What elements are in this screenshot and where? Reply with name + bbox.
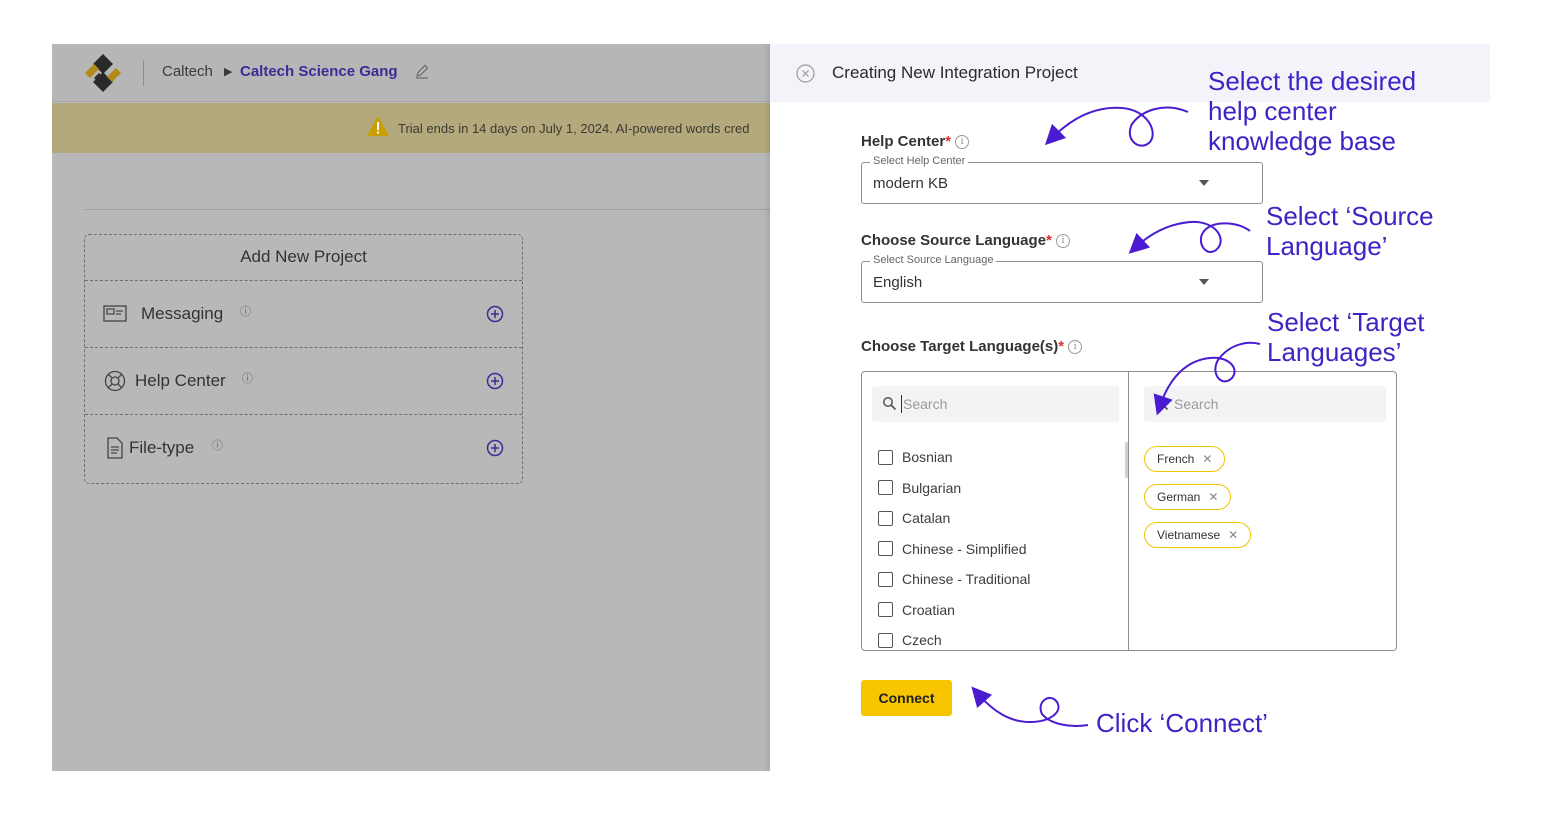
messaging-icon: [103, 305, 127, 322]
lifebuoy-icon: [104, 370, 126, 392]
topbar-divider: [143, 60, 144, 86]
source-language-select[interactable]: Select Source Language English: [861, 254, 1263, 303]
list-item[interactable]: Bulgarian: [878, 473, 1030, 504]
checkbox[interactable]: [878, 541, 893, 557]
checkbox[interactable]: [878, 602, 893, 618]
available-search-input[interactable]: Search: [872, 386, 1119, 422]
project-type-file-type[interactable]: File-type ⓘ: [85, 415, 522, 482]
list-scrollbar[interactable]: [1125, 442, 1128, 478]
required-mark: *: [945, 133, 952, 150]
search-icon: [1155, 397, 1169, 411]
breadcrumb-caret-icon: ▶: [224, 66, 233, 78]
help-center-label: Help Center* i: [861, 133, 970, 150]
breadcrumb-org[interactable]: Caltech: [162, 63, 213, 80]
checkbox[interactable]: [878, 449, 893, 465]
add-project-card: Add New Project Messaging ⓘ Help Center …: [84, 234, 523, 484]
help-center-label-text: Help Center: [861, 133, 946, 150]
row-label: File-type: [129, 438, 195, 457]
selected-languages-pane: Search French ✕ German ✕ Vietnamese ✕: [1130, 372, 1396, 650]
available-languages-list: Bosnian Bulgarian Catalan Chinese - Simp…: [878, 442, 1030, 656]
language-chip: French ✕: [1144, 446, 1226, 472]
available-languages-pane: Search Bosnian Bulgarian Catalan Chinese…: [862, 372, 1129, 650]
panel-header: Creating New Integration Project: [770, 44, 1490, 102]
list-item[interactable]: Chinese - Traditional: [878, 564, 1030, 595]
select-value: modern KB: [873, 175, 949, 192]
select-legend: Select Source Language: [870, 254, 997, 266]
brand-logo-icon[interactable]: [82, 52, 124, 94]
language-chip: German ✕: [1144, 484, 1232, 510]
chip-label: French: [1157, 452, 1195, 466]
caret-down-icon[interactable]: [1199, 279, 1209, 285]
integration-project-panel: Creating New Integration Project Help Ce…: [770, 44, 1490, 771]
remove-icon[interactable]: ✕: [1208, 490, 1218, 504]
app-window: Caltech ▶ Caltech Science Gang Trial end…: [52, 44, 1490, 771]
list-item[interactable]: Czech: [878, 625, 1030, 656]
language-name: Bulgarian: [902, 479, 962, 496]
info-icon[interactable]: i: [1068, 340, 1083, 355]
remove-icon[interactable]: ✕: [1228, 528, 1238, 542]
card-title: Add New Project: [85, 235, 522, 281]
list-item[interactable]: Bosnian: [878, 442, 1030, 473]
select-legend: Select Help Center: [870, 155, 969, 167]
language-chip: Vietnamese ✕: [1144, 522, 1252, 548]
panel-title: Creating New Integration Project: [832, 63, 1078, 82]
top-bar: Caltech ▶ Caltech Science Gang: [52, 44, 772, 102]
list-item[interactable]: Catalan: [878, 503, 1030, 534]
list-item[interactable]: Chinese - Simplified: [878, 534, 1030, 565]
text-cursor: [901, 395, 902, 413]
project-type-messaging[interactable]: Messaging ⓘ: [85, 281, 522, 348]
language-name: Bosnian: [902, 449, 953, 466]
required-mark: *: [1058, 338, 1065, 355]
selected-search-input[interactable]: Search: [1144, 386, 1386, 422]
pencil-icon[interactable]: [414, 63, 430, 79]
chip-label: German: [1157, 490, 1201, 504]
checkbox[interactable]: [878, 510, 893, 526]
checkbox[interactable]: [878, 571, 893, 587]
language-name: Chinese - Simplified: [902, 540, 1027, 557]
language-name: Czech: [902, 632, 942, 649]
project-type-help-center[interactable]: Help Center ⓘ: [85, 348, 522, 415]
target-languages-label-text: Choose Target Language(s): [861, 338, 1059, 355]
info-icon[interactable]: ⓘ: [240, 303, 251, 319]
search-placeholder: Search: [903, 396, 948, 412]
checkbox[interactable]: [878, 480, 893, 496]
add-circle-icon[interactable]: [486, 372, 504, 390]
close-icon[interactable]: [796, 64, 815, 83]
source-language-label-text: Choose Source Language: [861, 232, 1047, 249]
file-icon: [107, 437, 123, 459]
row-label: Messaging: [141, 304, 224, 323]
search-icon: [883, 397, 897, 411]
required-mark: *: [1046, 232, 1052, 249]
info-icon[interactable]: i: [1055, 234, 1070, 249]
section-divider: [84, 209, 774, 210]
trial-banner: Trial ends in 14 days on July 1, 2024. A…: [52, 103, 772, 153]
language-name: Chinese - Traditional: [902, 571, 1031, 588]
target-languages-label: Choose Target Language(s)* i: [861, 338, 1083, 355]
language-name: Croatian: [902, 601, 955, 618]
connect-button[interactable]: Connect: [861, 680, 952, 716]
breadcrumb-project[interactable]: Caltech Science Gang: [240, 63, 398, 80]
info-icon[interactable]: ⓘ: [212, 437, 223, 453]
checkbox[interactable]: [878, 632, 893, 648]
select-value: English: [873, 274, 923, 291]
info-icon[interactable]: ⓘ: [242, 370, 253, 386]
search-placeholder: Search: [1174, 396, 1219, 412]
help-center-select[interactable]: Select Help Center modern KB: [861, 155, 1263, 204]
row-label: Help Center: [135, 371, 226, 390]
add-circle-icon[interactable]: [486, 439, 504, 457]
selected-languages-list: French ✕ German ✕ Vietnamese ✕: [1144, 446, 1252, 560]
caret-down-icon[interactable]: [1199, 180, 1209, 186]
list-item[interactable]: Croatian: [878, 595, 1030, 626]
language-name: Catalan: [902, 510, 951, 527]
warning-icon: [367, 116, 389, 136]
remove-icon[interactable]: ✕: [1202, 452, 1212, 466]
chip-label: Vietnamese: [1157, 528, 1221, 542]
target-languages-picker: Search Bosnian Bulgarian Catalan Chinese…: [861, 371, 1397, 651]
trial-text: Trial ends in 14 days on July 1, 2024. A…: [398, 121, 750, 136]
add-circle-icon[interactable]: [486, 305, 504, 323]
source-language-label: Choose Source Language* i: [861, 232, 1070, 249]
info-icon[interactable]: i: [955, 135, 970, 150]
